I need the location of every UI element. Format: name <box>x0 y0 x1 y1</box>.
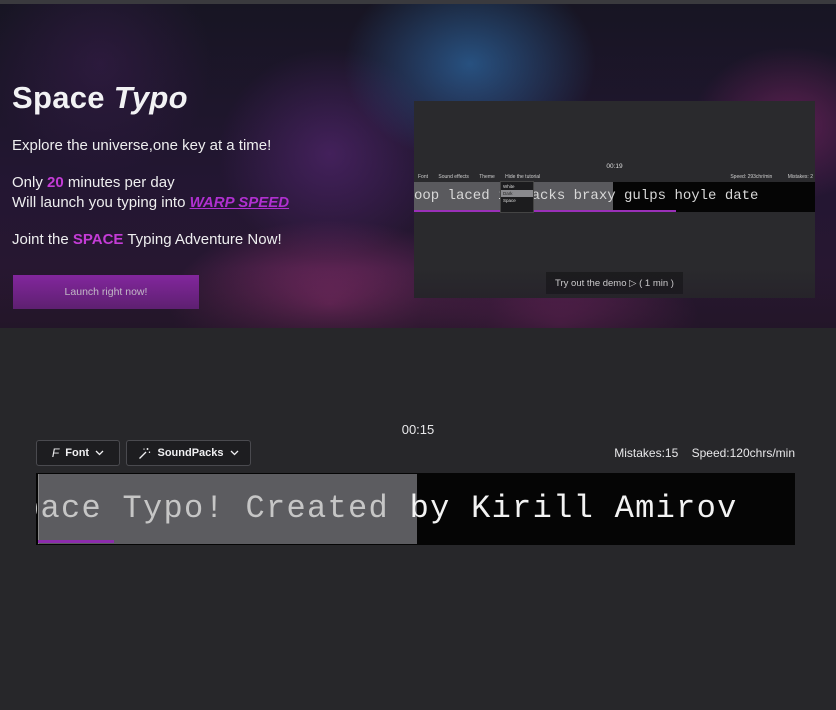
magic-wand-icon <box>139 447 151 459</box>
preview-stats: Speed: 293chr/min Mistakes: 2 <box>716 174 813 180</box>
preview-typing-box: oop laced ia tacks braxy gulps hoyle dat… <box>414 182 815 212</box>
preview-theme-option: Space <box>503 198 516 203</box>
preview-theme-dropdown: White Dark Space <box>500 181 534 213</box>
preview-font-menu: Font <box>418 174 429 180</box>
preview-typing-text: oop laced ia tacks braxy gulps hoyle dat… <box>414 188 759 204</box>
hero-line-minutes: Only 20 minutes per day <box>12 173 175 193</box>
hero-line-warp: Will launch you typing into WARP SPEED <box>12 193 289 213</box>
speed-counter: Speed:120chrs/min <box>691 446 795 460</box>
hero-banner: Space Typo Explore the universe,one key … <box>0 4 836 328</box>
hero-title-italic: Typo <box>113 80 188 115</box>
hero-line-join-prefix: Joint the <box>12 231 73 248</box>
progress-bar <box>38 540 114 543</box>
hero-line-warp-prefix: Will launch you typing into <box>12 194 190 211</box>
font-button-label: Font <box>65 447 90 459</box>
font-button[interactable]: F Font <box>36 440 120 466</box>
launch-button[interactable]: Launch right now! <box>13 275 199 309</box>
preview-tutorial-toggle: Hide the tutorial <box>505 174 541 180</box>
try-demo-button[interactable]: Try out the demo ▷ ( 1 min ) <box>546 272 683 294</box>
hero-line-join: Joint the SPACE Typing Adventure Now! <box>12 230 282 250</box>
hero-title-main: Space <box>12 80 105 115</box>
preview-speed: Speed: 293chr/min <box>730 174 773 180</box>
soundpacks-button[interactable]: SoundPacks <box>126 440 251 466</box>
preview-theme-option: White <box>503 184 515 189</box>
hero-line-minutes-prefix: Only <box>12 174 48 191</box>
minutes-count: 20 <box>47 174 64 191</box>
hero-line-minutes-suffix: minutes per day <box>63 174 175 191</box>
preview-mistakes: Mistakes: 2 <box>787 174 813 180</box>
preview-toolbar: Font Sound effects Theme Hide the tutori… <box>418 174 549 180</box>
typing-timer: 00:15 <box>401 422 435 437</box>
soundpacks-button-label: SoundPacks <box>157 447 224 459</box>
preview-progress-bar <box>414 210 676 212</box>
hero-title: Space Typo <box>12 80 188 116</box>
preview-timer: 00:19 <box>606 163 623 170</box>
preview-sound-menu: Sound effects <box>438 174 469 180</box>
typing-box[interactable]: pace Typo! Created by Kirill Amirov <box>36 473 795 545</box>
demo-preview[interactable]: 00:19 Font Sound effects Theme Hide the … <box>414 101 815 298</box>
chevron-down-icon <box>230 450 238 456</box>
typing-text: pace Typo! Created by Kirill Amirov <box>36 490 738 527</box>
warp-speed-link[interactable]: WARP SPEED <box>190 194 289 211</box>
typed-text: pace Typo! Created <box>36 490 390 527</box>
mistakes-counter: Mistakes:15 <box>614 446 679 460</box>
remaining-text: by Kirill Amirov <box>389 490 738 527</box>
space-highlight: SPACE <box>72 231 124 248</box>
preview-theme-menu: Theme <box>479 174 495 180</box>
preview-theme-option: Dark <box>501 190 533 197</box>
typing-stats: Mistakes:15 Speed:120chrs/min <box>604 446 795 460</box>
hero-line-join-suffix: Typing Adventure Now! <box>123 231 282 248</box>
font-icon: F <box>51 446 60 460</box>
hero-tagline: Explore the universe,one key at a time! <box>12 137 272 154</box>
chevron-down-icon <box>95 450 104 456</box>
